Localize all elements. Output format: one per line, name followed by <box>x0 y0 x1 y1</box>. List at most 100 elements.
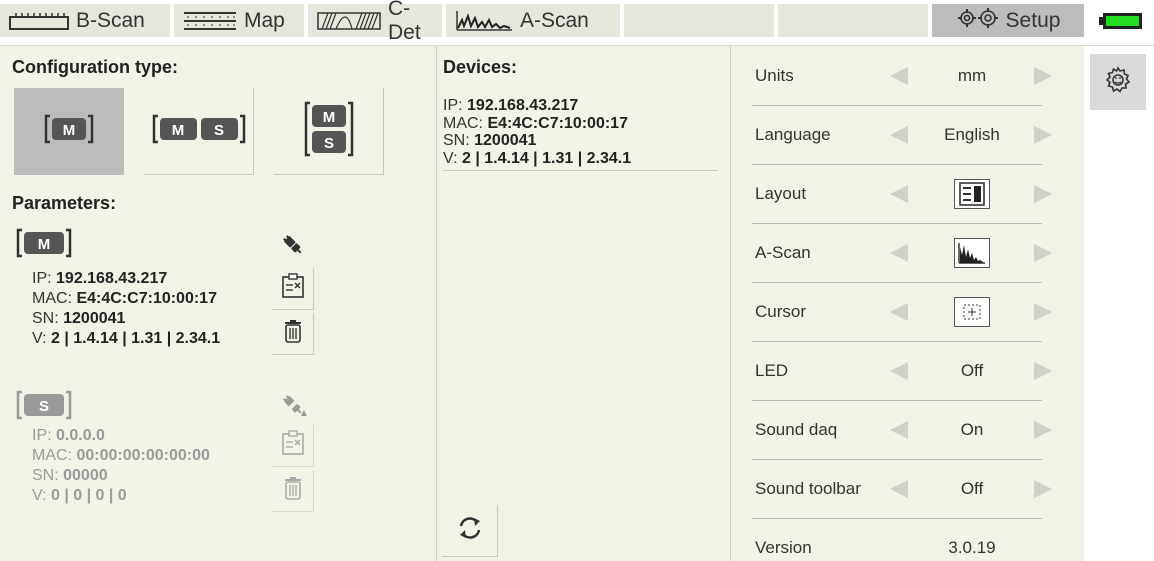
setting-row-led: LED Off <box>730 341 1084 400</box>
version-label: V: <box>32 330 47 347</box>
tab-label: A-Scan <box>520 8 589 32</box>
next-arrow-icon[interactable] <box>1032 242 1054 264</box>
next-arrow-icon[interactable] <box>1032 478 1054 500</box>
slave-delete-button[interactable] <box>272 470 314 512</box>
version-label: V: <box>32 487 47 504</box>
next-arrow-icon[interactable] <box>1032 419 1054 441</box>
ascan-icon <box>454 8 514 34</box>
devices-title: Devices: <box>443 57 518 77</box>
connected-plug-icon <box>282 234 304 261</box>
setting-label: A-Scan <box>755 242 811 262</box>
parameters-title: Parameters: <box>12 193 117 213</box>
tab-label: Setup <box>1005 8 1061 32</box>
tab-cdet[interactable]: C-Det <box>308 0 442 44</box>
prev-arrow-icon[interactable] <box>888 360 910 382</box>
mac-label: MAC: <box>32 447 72 464</box>
master-delete-button[interactable] <box>272 313 314 355</box>
slave-info: IP: 0.0.0.0 MAC: 00:00:00:00:00:00 SN: 0… <box>32 426 210 506</box>
next-arrow-icon[interactable] <box>1032 183 1054 205</box>
sn-label: SN: <box>443 132 470 149</box>
mac-label: MAC: <box>32 290 72 307</box>
tab-label: Map <box>244 8 285 32</box>
ip-label: IP: <box>32 427 52 444</box>
prev-arrow-icon[interactable] <box>888 478 910 500</box>
module-letter: S <box>323 135 333 152</box>
settings-gear-button[interactable] <box>1090 54 1146 110</box>
module-letter: M <box>38 236 51 253</box>
tab-label: C-Det <box>388 0 421 44</box>
battery-icon <box>1099 12 1143 30</box>
refresh-button[interactable] <box>442 505 498 557</box>
tab-label: B-Scan <box>76 8 145 32</box>
setting-value <box>920 282 1024 341</box>
ascan-wave-icon <box>954 237 990 268</box>
version-main: 0 <box>50 487 60 504</box>
tab-empty-2 <box>778 4 928 37</box>
tab-map[interactable]: Map <box>174 4 304 37</box>
setting-row-a-scan: A-Scan <box>730 223 1084 282</box>
setting-label: Sound toolbar <box>755 478 861 498</box>
setting-value: 3.0.19 <box>948 537 996 557</box>
setting-label: Units <box>755 65 794 85</box>
slave-clipboard-button[interactable] <box>272 425 314 467</box>
prev-arrow-icon[interactable] <box>888 65 910 87</box>
ip-value: 192.168.43.217 <box>56 270 168 287</box>
bscan-icon <box>8 11 70 31</box>
gears-icon <box>956 6 1000 36</box>
mac-value: E4:4C:C7:10:00:17 <box>487 115 628 132</box>
master-over-slave-icon: MS <box>304 101 354 162</box>
device-list-item[interactable]: IP: 192.168.43.217 MAC: E4:4C:C7:10:00:1… <box>443 96 718 171</box>
setting-label: Layout <box>755 183 807 203</box>
setting-value: Off <box>960 478 984 498</box>
mac-label: MAC: <box>443 115 483 132</box>
master-info: IP: 192.168.43.217 MAC: E4:4C:C7:10:00:1… <box>32 269 220 349</box>
next-arrow-icon[interactable] <box>1032 301 1054 323</box>
setting-label: Version <box>755 537 812 557</box>
prev-arrow-icon[interactable] <box>888 124 910 146</box>
next-arrow-icon[interactable] <box>1032 124 1054 146</box>
top-tab-bar: B-Scan Map C-Det A-Scan Setup <box>0 0 1154 46</box>
trash-icon <box>282 476 304 505</box>
trash-icon <box>282 319 304 348</box>
mac-value: E4:4C:C7:10:00:17 <box>76 290 217 307</box>
setting-value: English <box>944 124 1000 144</box>
version-value: 2 | 1.4.14 | 1.31 | 2.34.1 <box>461 150 632 167</box>
tab-bscan[interactable]: B-Scan <box>0 4 170 37</box>
refresh-icon <box>457 515 483 546</box>
cdet-icon <box>316 11 382 31</box>
master-module-icon: M <box>44 114 94 149</box>
prev-arrow-icon[interactable] <box>888 242 910 264</box>
config-option-m[interactable]: M <box>14 88 124 175</box>
setting-label: Cursor <box>755 301 807 321</box>
setting-row-cursor: Cursor <box>730 282 1084 341</box>
config-type-title: Configuration type: <box>12 57 178 77</box>
module-letter: M <box>322 109 335 126</box>
sn-value: 00000 <box>63 467 108 484</box>
app-window: B-Scan Map C-Det A-Scan Setup Configurat… <box>0 0 1154 561</box>
next-arrow-icon[interactable] <box>1032 65 1054 87</box>
layout-icon <box>954 178 990 209</box>
sn-label: SN: <box>32 467 59 484</box>
tab-ascan[interactable]: A-Scan <box>446 4 620 37</box>
config-option-ms[interactable]: MS <box>144 88 254 175</box>
setting-value: Off <box>960 360 984 380</box>
next-arrow-icon[interactable] <box>1032 360 1054 382</box>
setting-value: mm <box>957 65 987 85</box>
side-toolbar <box>1084 46 1154 561</box>
setting-row-layout: Layout <box>730 164 1084 223</box>
master-clipboard-button[interactable] <box>272 268 314 310</box>
module-letter: M <box>63 122 76 139</box>
prev-arrow-icon[interactable] <box>888 419 910 441</box>
setting-row-language: Language English <box>730 105 1084 164</box>
ip-label: IP: <box>32 270 52 287</box>
tab-setup[interactable]: Setup <box>932 4 1084 37</box>
config-option-m-over-s[interactable]: MS <box>274 88 384 175</box>
ip-label: IP: <box>443 97 463 114</box>
setting-value <box>920 164 1024 223</box>
setting-row-sound-toolbar: Sound toolbar Off <box>730 459 1084 518</box>
ip-value: 192.168.43.217 <box>467 97 579 114</box>
module-letter: S <box>213 122 223 139</box>
prev-arrow-icon[interactable] <box>888 301 910 323</box>
clipboard-clear-icon <box>281 273 305 304</box>
prev-arrow-icon[interactable] <box>888 183 910 205</box>
